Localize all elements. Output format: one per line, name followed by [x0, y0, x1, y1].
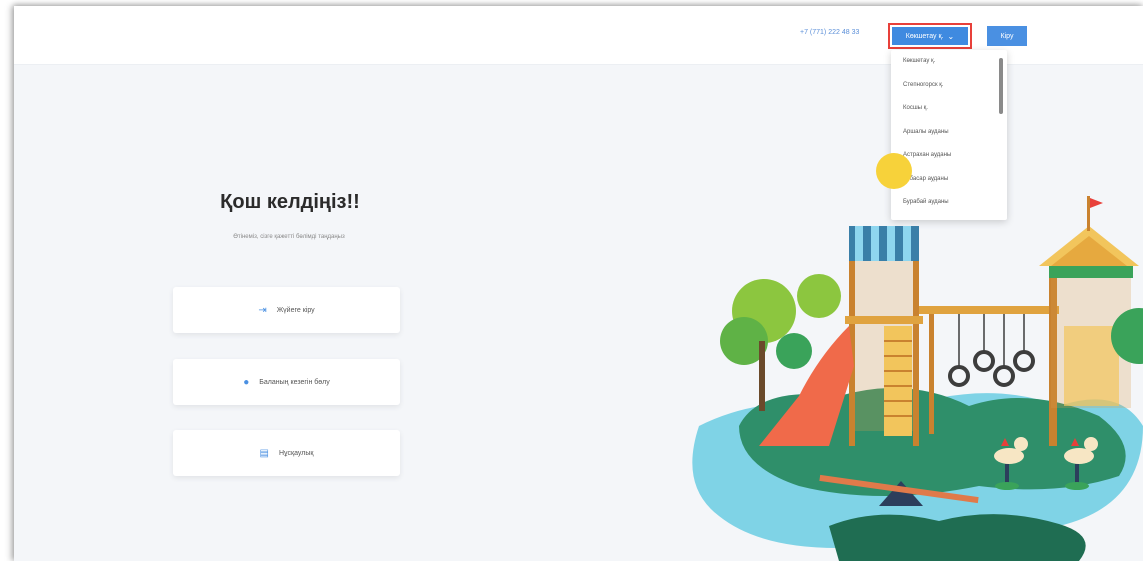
document-icon: ▤: [259, 447, 269, 459]
city-option[interactable]: Көкшетау қ.: [891, 50, 1007, 74]
city-select-label: Көкшетау қ.: [905, 32, 944, 40]
card-label: Жүйеге кіру: [276, 306, 315, 314]
tire-swing-icon: [948, 314, 1035, 387]
city-option[interactable]: Степногорск қ.: [891, 74, 1007, 98]
login-card[interactable]: ⇥ Жүйеге кіру: [173, 287, 400, 333]
card-label: Баланың кезегін бөлу: [259, 378, 330, 386]
child-user-icon: ●: [243, 376, 250, 388]
instructions-card[interactable]: ▤ Нұсқаулық: [173, 430, 400, 476]
city-select-highlight: Көкшетау қ. ⌄: [888, 23, 972, 49]
sun-icon: [876, 153, 912, 189]
chevron-down-icon: ⌄: [947, 31, 955, 41]
card-label: Нұсқаулық: [278, 449, 314, 457]
login-icon: ⇥: [258, 304, 267, 316]
city-option[interactable]: Косшы қ.: [891, 97, 1007, 121]
dropdown-scrollbar[interactable]: [999, 58, 1003, 114]
login-button-label: Кіру: [1000, 32, 1014, 40]
playground-illustration: [692, 153, 1143, 561]
page-subtitle: Өтінеміз, сізге қажетті бөлімді таңдаңыз: [233, 234, 345, 240]
city-select-button[interactable]: Көкшетау қ. ⌄: [892, 27, 968, 45]
phone-link[interactable]: +7 (771) 222 48 33: [800, 29, 859, 36]
login-button[interactable]: Кіру: [987, 26, 1027, 46]
child-queue-card[interactable]: ● Баланың кезегін бөлу: [173, 359, 400, 405]
page-title: Қош келдіңіз!!: [220, 191, 360, 213]
flag-icon: [1090, 198, 1103, 208]
app-window: +7 (771) 222 48 33 Көкшетау қ. ⌄ Кіру Кө…: [14, 6, 1143, 561]
